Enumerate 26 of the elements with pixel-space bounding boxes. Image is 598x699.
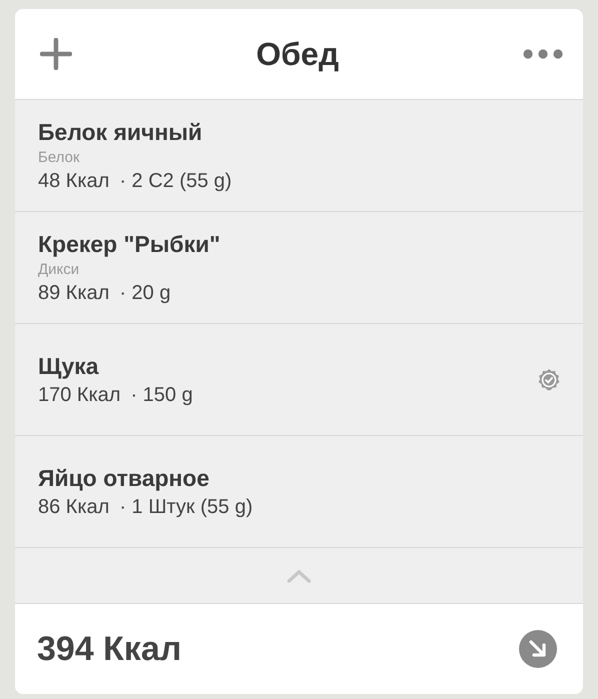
meal-title: Обед xyxy=(256,36,339,72)
plus-icon xyxy=(40,38,72,70)
food-item[interactable]: Белок яичный Белок 48 Ккал · 2 С2 (55 g) xyxy=(15,100,583,212)
food-calories: 89 Ккал xyxy=(38,282,110,304)
more-button[interactable] xyxy=(522,48,563,60)
food-name: Белок яичный xyxy=(38,118,204,146)
food-portion: · 1 Штук (55 g) xyxy=(119,496,253,518)
food-brand: Дикси xyxy=(38,260,80,278)
food-item[interactable]: Яйцо отварное 86 Ккал · 1 Штук (55 g) xyxy=(15,436,583,548)
food-item[interactable]: Крекер "Рыбки" Дикси 89 Ккал · 20 g xyxy=(15,212,583,324)
food-portion: · 2 С2 (55 g) xyxy=(119,170,232,192)
food-name: Яйцо отварное xyxy=(38,464,210,492)
food-portion: · 20 g xyxy=(119,282,171,304)
arrow-down-right-icon xyxy=(528,639,548,659)
add-button[interactable] xyxy=(40,38,72,70)
food-portion: · 150 g xyxy=(130,384,193,406)
expand-button[interactable] xyxy=(519,630,557,668)
food-name: Крекер "Рыбки" xyxy=(38,230,220,258)
food-calories: 48 Ккал xyxy=(38,170,110,192)
total-calories: 394 Ккал xyxy=(37,630,182,668)
food-item[interactable]: Щука 170 Ккал · 150 g xyxy=(15,324,583,436)
food-calories: 170 Ккал xyxy=(38,384,121,406)
food-brand: Белок xyxy=(38,148,81,166)
food-calories: 86 Ккал xyxy=(38,496,110,518)
food-name: Щука xyxy=(38,352,100,380)
more-icon xyxy=(522,48,563,60)
